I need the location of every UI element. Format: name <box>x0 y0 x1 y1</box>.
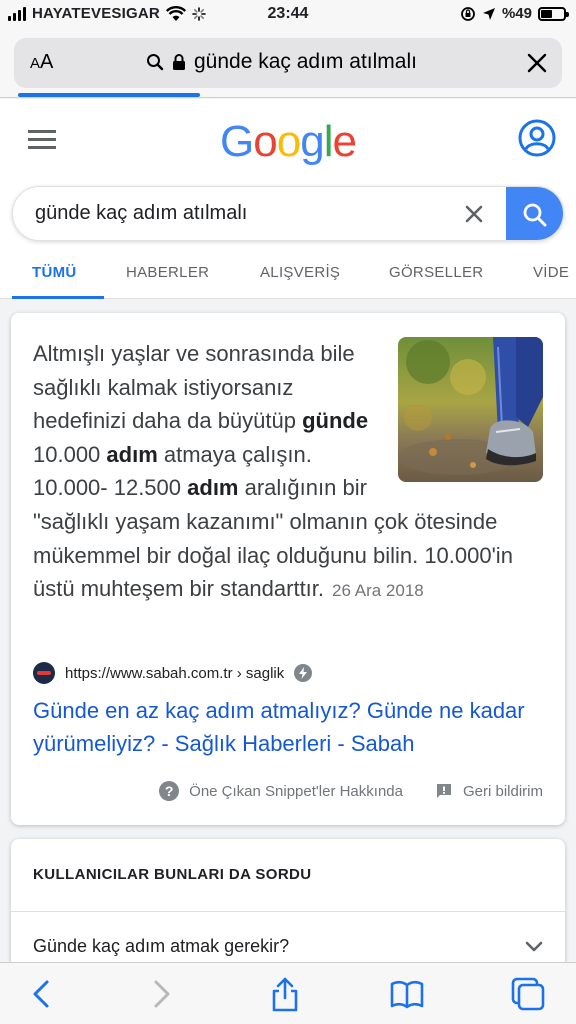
search-tabs: TÜMÜ HABERLER ALIŞVERİŞ GÖRSELLER VİDE <box>0 259 576 299</box>
snippet-bold-term: adım <box>187 475 239 501</box>
source-row[interactable]: https://www.sabah.com.tr › saglik <box>33 662 313 684</box>
logo-letter: g <box>300 117 325 166</box>
search-icon <box>523 203 546 226</box>
status-right: %49 <box>460 5 569 22</box>
share-icon[interactable] <box>267 976 303 1012</box>
help-icon[interactable]: ? <box>159 781 180 801</box>
about-snippets-link[interactable]: Öne Çıkan Snippet'ler Hakkında <box>189 783 403 800</box>
snippet-bold-term: adım <box>106 441 158 467</box>
snippet-text-part: 10.000 <box>33 441 107 467</box>
logo-letter: o <box>253 117 278 166</box>
featured-snippet-card: Altmışlı yaşlar ve sonrasında bile sağlı… <box>11 313 565 825</box>
logo-letter: G <box>220 117 254 166</box>
snippet-bold-term: günde <box>302 408 369 434</box>
walking-shoes-image <box>398 337 543 482</box>
tab-all[interactable]: TÜMÜ <box>32 264 77 281</box>
account-icon[interactable] <box>518 119 556 157</box>
tab-images[interactable]: GÖRSELLER <box>389 264 483 281</box>
tabs-icon[interactable] <box>510 976 546 1012</box>
url-text: günde kaç adım atılmalı <box>194 50 417 73</box>
page-load-progress <box>18 93 200 97</box>
amp-lightning-icon <box>294 664 313 682</box>
feedback-link[interactable]: Geri bildirim <box>463 783 543 800</box>
url-display[interactable]: günde kaç adım atılmalı <box>146 50 417 74</box>
close-icon[interactable] <box>522 48 552 78</box>
address-bar: AA günde kaç adım atılmalı <box>0 30 576 98</box>
rotation-lock-icon <box>461 6 475 21</box>
snippet-date: 26 Ara 2018 <box>332 581 424 601</box>
text-size-button[interactable]: AA <box>30 51 53 74</box>
tab-shopping[interactable]: ALIŞVERİŞ <box>260 264 340 281</box>
snippet-footer: ? Öne Çıkan Snippet'ler Hakkında Geri bi… <box>159 781 543 801</box>
battery-icon <box>538 6 569 21</box>
chevron-down-icon[interactable] <box>523 935 545 957</box>
logo-letter: o <box>276 117 302 166</box>
tab-news[interactable]: HABERLER <box>126 264 209 281</box>
google-logo[interactable]: Google <box>0 117 576 167</box>
paa-question[interactable]: Günde kaç adım atmak gerekir? <box>33 936 289 957</box>
url-field[interactable]: AA günde kaç adım atılmalı <box>14 38 562 88</box>
location-arrow-icon <box>482 7 495 20</box>
tab-videos[interactable]: VİDE <box>533 264 569 281</box>
battery-percent: %49 <box>501 5 532 22</box>
paa-title: KULLANICILAR BUNLARI DA SORDU <box>33 866 312 883</box>
divider <box>11 911 565 912</box>
forward-icon[interactable] <box>143 976 179 1012</box>
search-input[interactable]: günde kaç adım atılmalı <box>35 202 247 225</box>
lock-icon <box>173 54 185 70</box>
source-url[interactable]: https://www.sabah.com.tr › saglik <box>65 665 284 682</box>
clear-search-icon[interactable] <box>461 201 487 227</box>
status-bar: HAYATEVESIGAR 23:44 %49 <box>0 0 576 30</box>
search-button[interactable] <box>506 187 563 240</box>
bookmarks-icon[interactable] <box>389 976 425 1012</box>
result-title-link[interactable]: Günde en az kaç adım atmalıyız? Günde ne… <box>33 694 548 760</box>
snippet-image[interactable] <box>398 337 543 482</box>
browser-toolbar <box>0 962 576 1024</box>
back-icon[interactable] <box>24 976 60 1012</box>
feedback-icon[interactable] <box>435 782 453 800</box>
search-box[interactable]: günde kaç adım atılmalı <box>12 186 564 241</box>
sabah-favicon-icon <box>33 662 55 684</box>
logo-letter: e <box>332 117 357 166</box>
active-tab-indicator <box>12 296 104 299</box>
google-header: Google günde kaç adım atılmalı TÜMÜ HABE… <box>0 99 576 299</box>
search-icon <box>147 54 164 71</box>
snippet-text: Altmışlı yaşlar ve sonrasında bile sağlı… <box>33 337 543 608</box>
